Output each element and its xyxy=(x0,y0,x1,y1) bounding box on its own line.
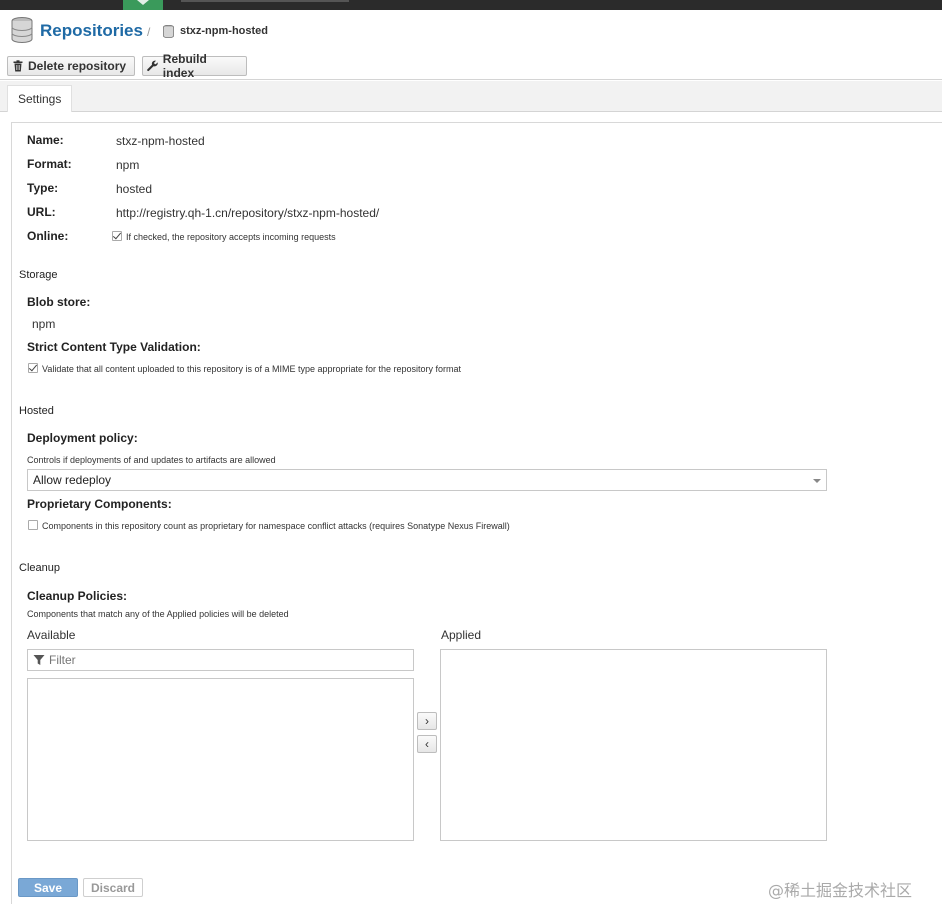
filter-field[interactable] xyxy=(27,649,414,671)
rebuild-index-label: Rebuild index xyxy=(162,52,207,80)
wrench-icon xyxy=(147,60,158,72)
available-policies-list[interactable] xyxy=(27,678,414,841)
deployment-policy-help: Controls if deployments of and updates t… xyxy=(27,455,276,465)
format-label: Format: xyxy=(27,157,72,171)
proprietary-components-label: Proprietary Components: xyxy=(27,497,172,511)
breadcrumb-separator: / xyxy=(147,25,151,39)
deployment-policy-value: Allow redeploy xyxy=(33,473,112,487)
database-icon xyxy=(163,25,174,38)
applied-label: Applied xyxy=(441,628,482,642)
available-label: Available xyxy=(27,628,76,642)
proprietary-components-help: Components in this repository count as p… xyxy=(42,521,510,531)
cleanup-section-title: Cleanup xyxy=(19,562,60,574)
applied-policies-list[interactable] xyxy=(440,649,827,841)
trash-icon xyxy=(13,60,23,72)
online-checkbox[interactable] xyxy=(112,231,122,241)
delete-repository-button[interactable]: Delete repository xyxy=(7,56,135,76)
storage-section-title: Storage xyxy=(19,269,58,281)
url-label: URL: xyxy=(27,205,56,219)
chevron-left-icon: ‹ xyxy=(425,737,429,751)
watermark: @稀土掘金技术社区 xyxy=(768,881,913,900)
chevron-down-icon xyxy=(813,479,821,483)
page-header: Repositories / stxz-npm-hosted xyxy=(0,10,942,53)
name-label: Name: xyxy=(27,133,64,147)
strict-validation-label: Strict Content Type Validation: xyxy=(27,340,201,354)
page-title[interactable]: Repositories xyxy=(40,21,143,41)
tab-settings[interactable]: Settings xyxy=(7,85,73,112)
top-search-strip xyxy=(181,0,349,2)
strict-validation-help: Validate that all content uploaded to th… xyxy=(42,364,462,374)
move-right-button[interactable]: › xyxy=(417,712,437,730)
cleanup-policies-help: Components that match any of the Applied… xyxy=(27,609,289,619)
tab-bar: Settings xyxy=(0,81,942,112)
delete-repository-label: Delete repository xyxy=(28,59,127,73)
top-navigation-bar xyxy=(0,0,942,10)
url-value[interactable]: http://registry.qh-1.cn/repository/stxz-… xyxy=(116,206,379,220)
database-icon xyxy=(11,17,33,43)
online-help: If checked, the repository accepts incom… xyxy=(126,232,336,242)
chevron-right-icon: › xyxy=(425,714,429,728)
breadcrumb-current: stxz-npm-hosted xyxy=(180,25,268,37)
toolbar: Delete repository Rebuild index xyxy=(0,52,942,80)
cleanup-policies-label: Cleanup Policies: xyxy=(27,589,128,603)
discard-button[interactable]: Discard xyxy=(83,878,143,897)
move-left-button[interactable]: ‹ xyxy=(417,735,437,753)
format-value: npm xyxy=(116,158,140,172)
filter-icon xyxy=(33,655,45,665)
filter-input[interactable] xyxy=(49,653,389,667)
rebuild-index-button[interactable]: Rebuild index xyxy=(142,52,247,80)
name-value: stxz-npm-hosted xyxy=(116,134,205,148)
proprietary-components-checkbox[interactable] xyxy=(28,520,38,530)
active-nav-tab[interactable] xyxy=(123,0,163,10)
hosted-section-title: Hosted xyxy=(19,405,54,417)
deployment-policy-select[interactable]: Allow redeploy xyxy=(27,469,827,491)
deployment-policy-label: Deployment policy: xyxy=(27,431,138,445)
online-label: Online: xyxy=(27,229,69,243)
type-value: hosted xyxy=(116,182,153,196)
strict-validation-checkbox[interactable] xyxy=(28,363,38,373)
blob-store-label: Blob store: xyxy=(27,295,91,309)
save-button[interactable]: Save xyxy=(18,878,78,897)
blob-store-value: npm xyxy=(32,317,56,331)
type-label: Type: xyxy=(27,181,59,195)
